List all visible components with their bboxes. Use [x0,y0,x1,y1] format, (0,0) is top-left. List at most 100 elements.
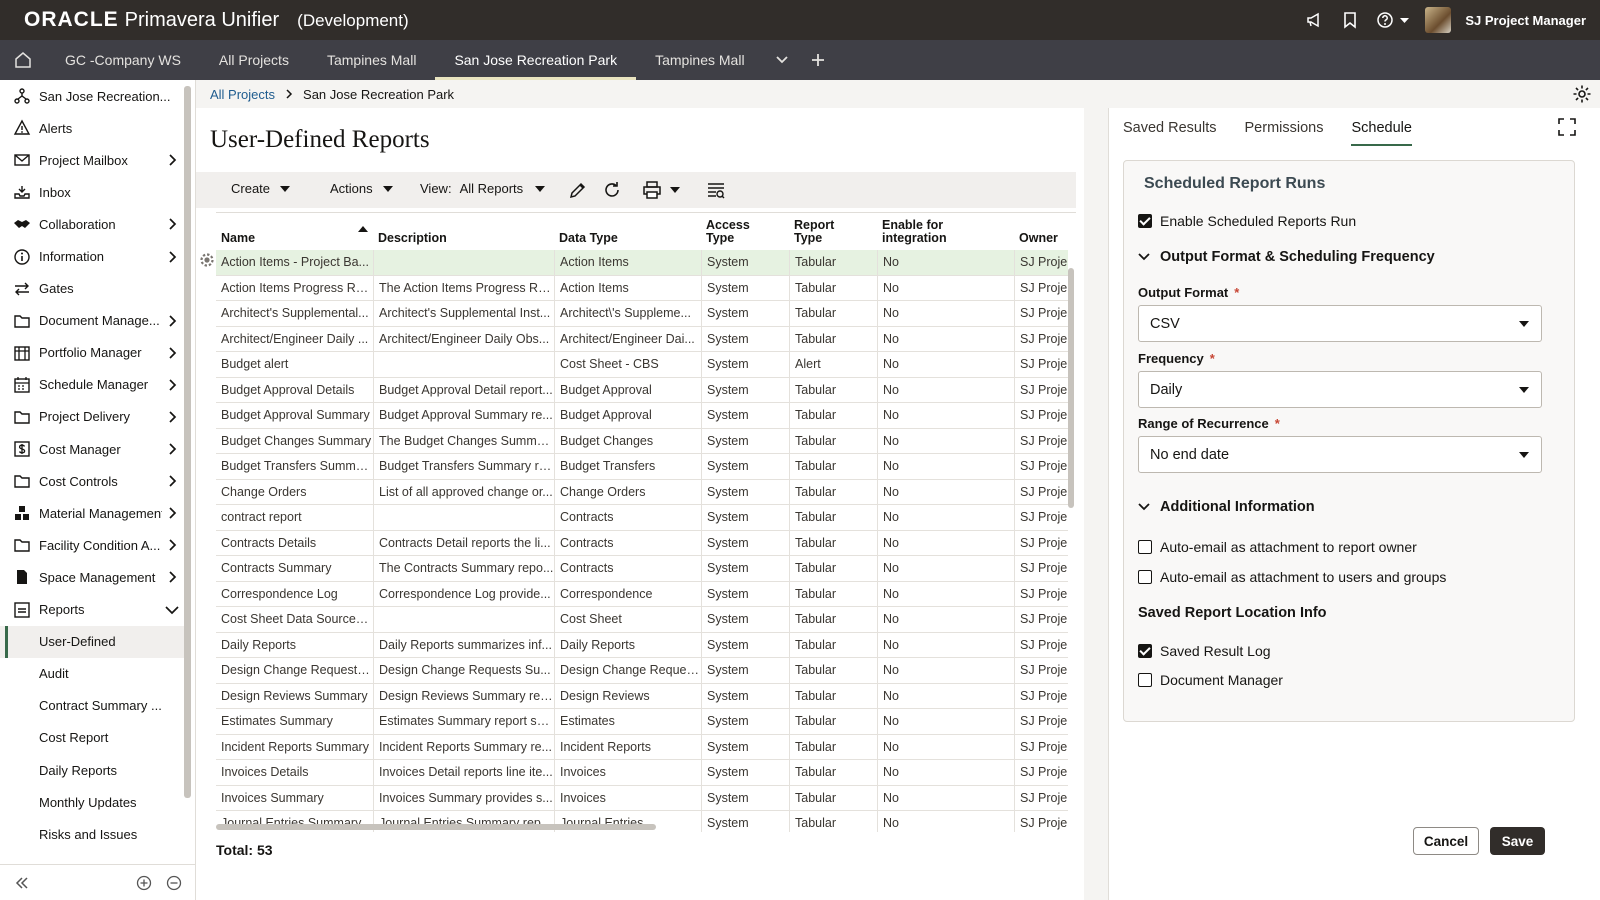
table-cell[interactable]: Architect/Engineer Daily ... [216,327,373,353]
table-cell[interactable]: Design Change Requests... [216,658,373,684]
table-row[interactable]: Daily Reports Daily Reports summarizes in… [216,632,1068,659]
sidebar-item-space-management[interactable]: Space Management [0,561,184,593]
table-cell[interactable]: Action Items - Project Ba... [216,250,373,276]
sidebar-item-schedule-manager[interactable]: Schedule Manager [0,369,184,401]
enable-scheduled-runs-checkbox[interactable]: Enable Scheduled Reports Run [1138,213,1356,229]
checkbox-unchecked[interactable] [1138,673,1152,687]
table-row[interactable]: Estimates Summary Estimates Summary repor… [216,709,1068,735]
table-row[interactable]: Budget Approval Details Budget Approval D… [216,377,1068,404]
sidebar-subitem-contract-summary[interactable]: Contract Summary ... [0,690,184,722]
sidebar-item-project-delivery[interactable]: Project Delivery [0,401,184,433]
table-row[interactable]: Action Items - Project Ba... Action Items… [216,250,1068,276]
tab-tampines-mall-1[interactable]: Tampines Mall [308,40,435,80]
output-format-select[interactable]: CSV [1138,305,1542,342]
table-row[interactable]: Contracts Summary The Contracts Summary r… [216,556,1068,582]
column-filter-icon[interactable] [706,180,726,203]
table-row[interactable]: Contracts Details Contracts Detail report… [216,530,1068,557]
chevron-right-icon[interactable] [162,411,182,423]
sidebar-item-information[interactable]: Information [0,240,184,272]
user-name[interactable]: SJ Project Manager [1465,13,1586,28]
checkbox-unchecked[interactable] [1138,570,1152,584]
table-row[interactable]: Budget Transfers Summary Budget Transfers… [216,454,1068,480]
table-cell[interactable]: Change Orders [216,480,373,506]
sidebar-subitem-monthly-updates[interactable]: Monthly Updates [0,786,184,818]
column-header-description[interactable]: Description [378,232,447,245]
refresh-icon[interactable] [602,180,622,203]
document-manager-checkbox[interactable]: Document Manager [1138,672,1283,688]
tab-tampines-mall-2[interactable]: Tampines Mall [636,40,763,80]
sidebar-item-material-management[interactable]: Material Management [0,497,184,529]
collapse-sidebar-icon[interactable] [12,873,32,893]
auto-email-users-checkbox[interactable]: Auto-email as attachment to users and gr… [1138,569,1446,585]
table-cell[interactable]: Action Items Progress Re... [216,276,373,302]
table-cell[interactable]: Contracts Details [216,531,373,557]
table-row[interactable]: contract report Contracts System Tabular No S… [216,505,1068,531]
sidebar-item-cost-controls[interactable]: Cost Controls [0,465,184,497]
checkbox-checked[interactable] [1138,214,1152,228]
table-row[interactable]: Cost Sheet Data Sources ... Cost Sheet Sys… [216,607,1068,633]
table-row[interactable]: Action Items Progress Re... The Action It… [216,275,1068,302]
column-header-owner[interactable]: Owner [1019,232,1058,245]
announcement-icon[interactable] [1303,9,1325,31]
sidebar-subitem-daily-reports[interactable]: Daily Reports [0,754,184,786]
print-menu-icon[interactable] [642,180,680,200]
table-row[interactable]: Design Change Requests... Design Change R… [216,658,1068,684]
tab-permissions[interactable]: Permissions [1245,120,1324,146]
table-cell[interactable]: Budget Approval Summary [216,403,373,429]
chevron-right-icon[interactable] [162,154,182,166]
table-row[interactable]: Design Reviews Summary Design Reviews Sum… [216,683,1068,710]
expand-panel-icon[interactable] [1558,118,1576,139]
sidebar-item-facility-condition-a[interactable]: Facility Condition A... [0,529,184,561]
table-row[interactable]: Invoices Summary Invoices Summary provide… [216,785,1068,812]
table-cell[interactable]: Invoices Summary [216,786,373,812]
sidebar-item-reports[interactable]: Reports [0,594,184,626]
column-header-enable-integration[interactable]: Enable for integration [882,219,947,245]
table-cell[interactable]: Invoices Details [216,760,373,786]
table-cell[interactable]: Budget Changes Summary [216,429,373,455]
table-cell[interactable]: Estimates Summary [216,709,373,735]
table-cell[interactable]: Architect's Supplemental... [216,301,373,327]
chevron-right-icon[interactable] [162,571,182,584]
brand-logo[interactable]: ORACLE Primavera Unifier (Development) [24,8,409,32]
more-tabs-chevron-icon[interactable] [764,40,800,80]
table-cell[interactable]: Correspondence Log [216,582,373,608]
saved-result-log-checkbox[interactable]: Saved Result Log [1138,643,1271,659]
table-cell[interactable]: Incident Reports Summary [216,735,373,761]
sidebar-item-alerts[interactable]: Alerts [0,112,184,144]
chevron-right-icon[interactable] [162,218,182,231]
auto-email-owner-checkbox[interactable]: Auto-email as attachment to report owner [1138,539,1417,555]
tab-all-projects[interactable]: All Projects [200,40,308,80]
tab-gc-company-ws[interactable]: GC -Company WS [46,40,200,80]
table-cell[interactable]: Budget Approval Details [216,378,373,404]
tab-saved-results[interactable]: Saved Results [1123,120,1217,146]
user-avatar[interactable] [1425,7,1452,33]
sidebar-item-document-manage[interactable]: Document Manage... [0,305,184,337]
table-cell[interactable]: Daily Reports [216,633,373,659]
sidebar-item-gates[interactable]: Gates [0,273,184,305]
table-row[interactable]: Change Orders List of all approved change… [216,479,1068,506]
edit-pencil-icon[interactable] [568,180,588,203]
help-icon[interactable] [1375,9,1411,31]
home-icon[interactable] [0,40,46,80]
table-row[interactable]: Architect's Supplemental... Architect's S… [216,301,1068,327]
sidebar-subitem-user-defined[interactable]: User-Defined [0,625,184,658]
column-header-report-type[interactable]: Report Type [794,219,834,245]
table-row[interactable]: Architect/Engineer Daily ... Architect/En… [216,326,1068,353]
checkbox-checked[interactable] [1138,644,1152,658]
chevron-right-icon[interactable] [162,443,182,455]
table-cell[interactable]: contract report [216,505,373,531]
column-header-data-type[interactable]: Data Type [559,232,618,245]
cancel-button[interactable]: Cancel [1413,827,1479,855]
page-settings-gear-icon[interactable] [1572,84,1592,107]
tab-schedule[interactable]: Schedule [1351,120,1412,146]
table-cell[interactable]: Budget alert [216,352,373,378]
sidebar-item-cost-manager[interactable]: Cost Manager [0,433,184,465]
table-row[interactable]: Budget alert Cost Sheet - CBS System Alert N… [216,352,1068,378]
view-selector[interactable]: View: All Reports [420,181,546,196]
frequency-select[interactable]: Daily [1138,371,1542,408]
create-menu-button[interactable]: Create [231,181,291,196]
sidebar-subitem-risks-and-issues[interactable]: Risks and Issues [0,818,184,850]
table-cell[interactable]: Budget Transfers Summary [216,454,373,480]
table-cell[interactable]: Design Reviews Summary [216,684,373,710]
table-row[interactable]: Incident Reports Summary Incident Reports… [216,734,1068,761]
